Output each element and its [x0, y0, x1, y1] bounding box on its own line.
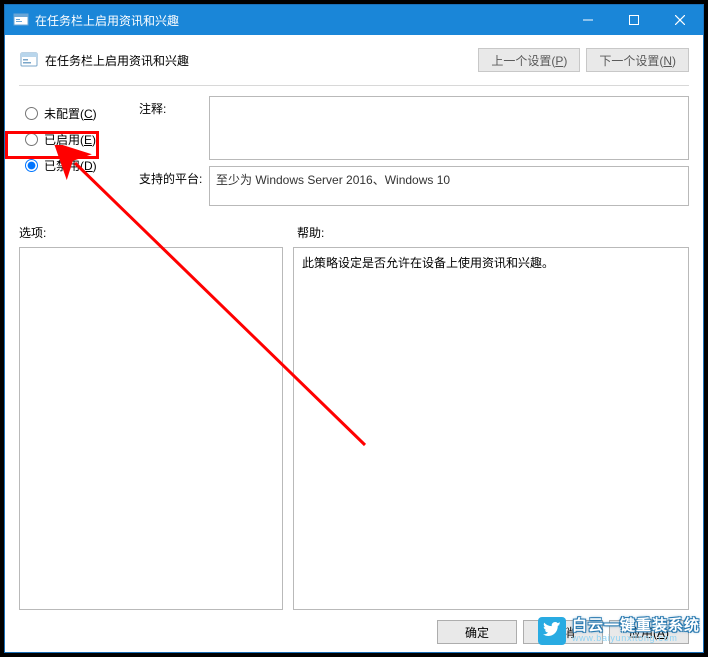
options-panel[interactable] [19, 247, 283, 610]
close-button[interactable] [657, 5, 703, 35]
radio-disabled[interactable]: 已禁用(D) [19, 152, 129, 178]
radio-enabled[interactable]: 已启用(E) [19, 126, 129, 152]
radio-disabled-input[interactable] [25, 159, 38, 172]
radio-not-configured-input[interactable] [25, 107, 38, 120]
fields-column: 注释: 支持的平台: 至少为 Windows Server 2016、Windo… [139, 96, 689, 212]
options-label: 选项: [19, 224, 297, 241]
mid-labels: 选项: 帮助: [19, 224, 689, 241]
content-area: 在任务栏上启用资讯和兴趣 上一个设置(P) 下一个设置(N) 未配置(C) 已启… [5, 35, 703, 652]
maximize-button[interactable] [611, 5, 657, 35]
comment-textarea[interactable] [209, 96, 689, 160]
apply-button[interactable]: 应用(A) [609, 620, 689, 644]
comment-label: 注释: [139, 96, 209, 160]
help-panel[interactable]: 此策略设定是否允许在设备上使用资讯和兴趣。 [293, 247, 689, 610]
platform-textarea: 至少为 Windows Server 2016、Windows 10 [209, 166, 689, 206]
policy-editor-window: 在任务栏上启用资讯和兴趣 在任务栏上启用资讯和兴趣 [4, 4, 704, 653]
help-label: 帮助: [297, 224, 324, 241]
state-radios: 未配置(C) 已启用(E) 已禁用(D) [19, 96, 129, 212]
platform-label: 支持的平台: [139, 166, 209, 206]
radio-enabled-input[interactable] [25, 133, 38, 146]
ok-button[interactable]: 确定 [437, 620, 517, 644]
upper-section: 未配置(C) 已启用(E) 已禁用(D) 注释: 支持的平台: [19, 96, 689, 212]
lower-section: 此策略设定是否允许在设备上使用资讯和兴趣。 [19, 247, 689, 610]
minimize-button[interactable] [565, 5, 611, 35]
prev-setting-button[interactable]: 上一个设置(P) [478, 48, 580, 72]
help-text: 此策略设定是否允许在设备上使用资讯和兴趣。 [302, 256, 554, 270]
app-icon [13, 12, 29, 28]
window-controls [565, 5, 703, 35]
next-setting-button[interactable]: 下一个设置(N) [586, 48, 689, 72]
policy-icon [19, 50, 39, 70]
cancel-button[interactable]: 取消 [523, 620, 603, 644]
window-title: 在任务栏上启用资讯和兴趣 [35, 12, 565, 29]
policy-title: 在任务栏上启用资讯和兴趣 [45, 52, 472, 69]
header-row: 在任务栏上启用资讯和兴趣 上一个设置(P) 下一个设置(N) [19, 45, 689, 75]
radio-not-configured[interactable]: 未配置(C) [19, 100, 129, 126]
titlebar[interactable]: 在任务栏上启用资讯和兴趣 [5, 5, 703, 35]
platform-row: 支持的平台: 至少为 Windows Server 2016、Windows 1… [139, 166, 689, 206]
separator [19, 85, 689, 86]
comment-row: 注释: [139, 96, 689, 160]
footer-buttons: 确定 取消 应用(A) [19, 610, 689, 644]
